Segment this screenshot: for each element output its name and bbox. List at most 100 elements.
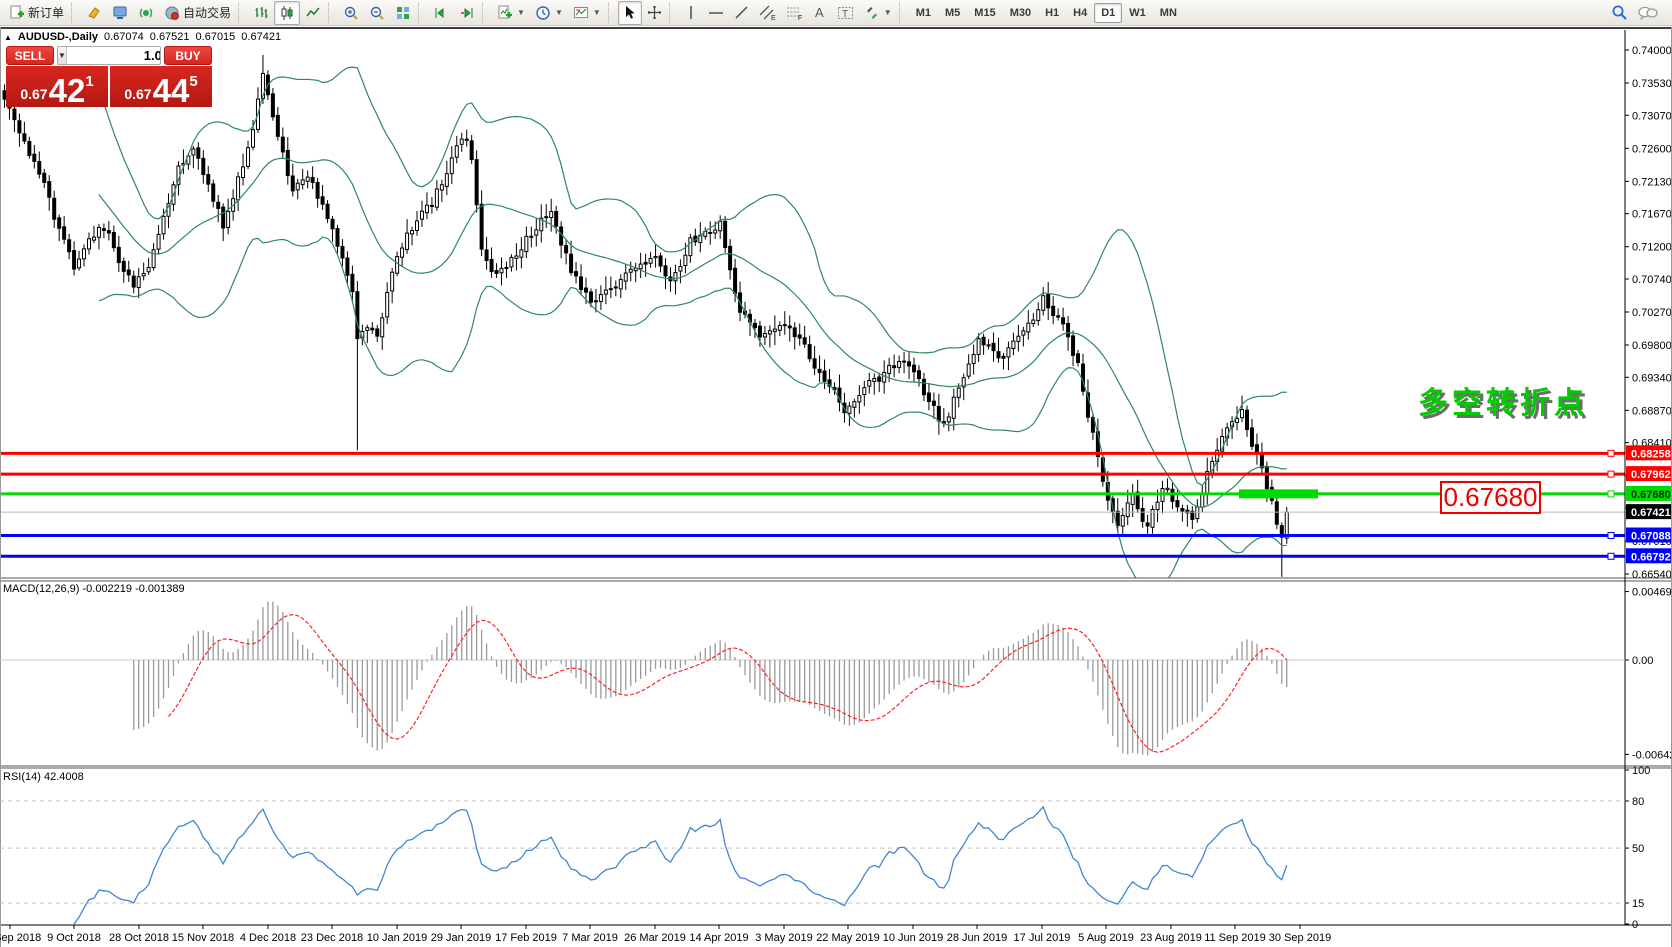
volume-decrease-button[interactable]: ▼	[58, 47, 67, 64]
auto-trading-button[interactable]: 自动交易	[159, 1, 236, 25]
channel-tool-button[interactable]: E	[754, 1, 781, 25]
toolbar-separator	[328, 3, 336, 23]
tab-timeframe-mn[interactable]: MN	[1153, 3, 1184, 23]
svg-text:26 Mar 2019: 26 Mar 2019	[624, 932, 686, 944]
crosshair-tool-button[interactable]	[642, 1, 667, 25]
horizontal-line-tool-button[interactable]	[703, 1, 729, 25]
ohlc-low: 0.67015	[196, 31, 236, 43]
svg-text:50: 50	[1632, 843, 1644, 855]
periods-button[interactable]: ▼	[530, 1, 568, 25]
tab-timeframe-m5[interactable]: M5	[938, 3, 967, 23]
equidistant-channel-icon: E	[759, 5, 776, 21]
svg-text:100: 100	[1632, 765, 1650, 777]
tab-timeframe-m1[interactable]: M1	[909, 3, 938, 23]
svg-text:0.00: 0.00	[1632, 655, 1653, 667]
ohlc-open: 0.67074	[104, 31, 144, 43]
line-chart-mode-button[interactable]	[300, 1, 326, 25]
new-order-button[interactable]: 新订单	[4, 1, 69, 25]
svg-text:0.73530: 0.73530	[1632, 78, 1672, 90]
chart-annotation-text: 多空转折点	[1418, 378, 1588, 422]
line-handle[interactable]	[1608, 491, 1614, 497]
tab-timeframe-h1[interactable]: H1	[1038, 3, 1066, 23]
new-order-icon	[9, 5, 25, 21]
terminal-button[interactable]	[107, 1, 133, 25]
svg-text:0.72130: 0.72130	[1632, 176, 1672, 188]
svg-text:80: 80	[1632, 796, 1644, 808]
svg-text:0.71670: 0.71670	[1632, 209, 1672, 221]
candle-series	[3, 55, 1288, 577]
label-tool-button[interactable]: T	[832, 1, 859, 25]
chart-shift-button[interactable]	[428, 1, 454, 25]
chart-canvas[interactable]: 0.740000.735300.730700.726000.721300.716…	[0, 0, 1672, 947]
macd-signal-line	[169, 615, 1287, 753]
search-icon[interactable]	[1611, 4, 1628, 21]
tab-timeframe-m15[interactable]: M15	[967, 3, 1002, 23]
svg-text:15: 15	[1632, 898, 1644, 910]
zoom-out-button[interactable]	[364, 1, 390, 25]
horizontal-line-icon	[708, 5, 724, 20]
buy-price-big: 44	[153, 77, 190, 104]
chat-icon[interactable]	[1638, 5, 1658, 21]
bar-chart-mode-button[interactable]	[248, 1, 274, 25]
svg-text:-0.006427: -0.006427	[1632, 749, 1672, 761]
line-handle[interactable]	[1608, 553, 1614, 559]
bollinger-middle-band	[99, 158, 1287, 507]
zoom-in-button[interactable]	[338, 1, 364, 25]
svg-text:20 Sep 2018: 20 Sep 2018	[0, 932, 41, 944]
trendline-tool-button[interactable]	[729, 1, 754, 25]
svg-text:E: E	[771, 15, 776, 21]
svg-text:0.67962: 0.67962	[1631, 469, 1671, 481]
tab-timeframe-h4[interactable]: H4	[1066, 3, 1094, 23]
svg-text:0.68870: 0.68870	[1632, 405, 1672, 417]
fibonacci-tool-button[interactable]: F	[781, 1, 808, 25]
auto-scroll-button[interactable]	[454, 1, 480, 25]
svg-text:F: F	[798, 15, 802, 21]
signals-icon	[138, 5, 154, 21]
line-handle[interactable]	[1608, 450, 1614, 456]
line-handle[interactable]	[1608, 533, 1614, 539]
svg-text:0.74000: 0.74000	[1632, 45, 1672, 57]
new-order-label: 新订单	[28, 4, 64, 21]
signals-button[interactable]	[133, 1, 159, 25]
svg-text:17 Jul 2019: 17 Jul 2019	[1014, 932, 1071, 944]
price-level-label-box[interactable]: 0.67680	[1440, 481, 1541, 514]
dropdown-arrow-icon: ▼	[593, 8, 601, 17]
symbol-title: AUDUSD-,Daily	[18, 31, 98, 43]
dropdown-arrow-icon: ▼	[884, 8, 892, 17]
tab-timeframe-m30[interactable]: M30	[1003, 3, 1038, 23]
tab-timeframe-d1[interactable]: D1	[1094, 3, 1122, 23]
volume-input[interactable]	[67, 47, 161, 64]
tile-windows-button[interactable]	[390, 1, 416, 25]
vertical-line-icon	[684, 5, 698, 20]
buy-price-small: 0.67	[124, 87, 151, 104]
ohlc-close: 0.67421	[241, 31, 281, 43]
tab-timeframe-w1[interactable]: W1	[1122, 3, 1153, 23]
collapse-panel-icon[interactable]: ▲	[4, 33, 12, 42]
arrows-tool-button[interactable]: ▼	[859, 1, 897, 25]
indicators-button[interactable]: ▼	[492, 1, 530, 25]
arrows-icon	[864, 5, 880, 21]
market-watch-button[interactable]	[81, 1, 107, 25]
candlestick-mode-button[interactable]	[274, 1, 300, 25]
svg-text:0.70740: 0.70740	[1632, 274, 1672, 286]
vertical-line-tool-button[interactable]	[679, 1, 703, 25]
rsi-name: RSI(14)	[3, 771, 41, 783]
svg-text:29 Jan 2019: 29 Jan 2019	[431, 932, 492, 944]
templates-button[interactable]: ▼	[568, 1, 606, 25]
sell-button[interactable]: SELL	[6, 46, 54, 65]
text-tool-button[interactable]: A	[808, 1, 832, 25]
clock-icon	[535, 5, 551, 21]
sell-price-small: 0.67	[20, 87, 47, 104]
svg-text:T: T	[842, 9, 848, 20]
buy-price-box[interactable]: 0.67 44 5	[110, 66, 212, 107]
svg-text:30 Sep 2019: 30 Sep 2019	[1269, 932, 1331, 944]
auto-trading-label: 自动交易	[183, 4, 231, 21]
buy-button[interactable]: BUY	[164, 46, 212, 65]
cursor-tool-button[interactable]	[618, 1, 642, 25]
toolbar-separator	[899, 3, 907, 23]
line-handle[interactable]	[1608, 471, 1614, 477]
sell-price-box[interactable]: 0.67 42 1	[6, 66, 108, 107]
macd-values: -0.002219 -0.001389	[82, 583, 184, 595]
terminal-icon	[112, 5, 128, 21]
toolbar-separator	[482, 3, 490, 23]
